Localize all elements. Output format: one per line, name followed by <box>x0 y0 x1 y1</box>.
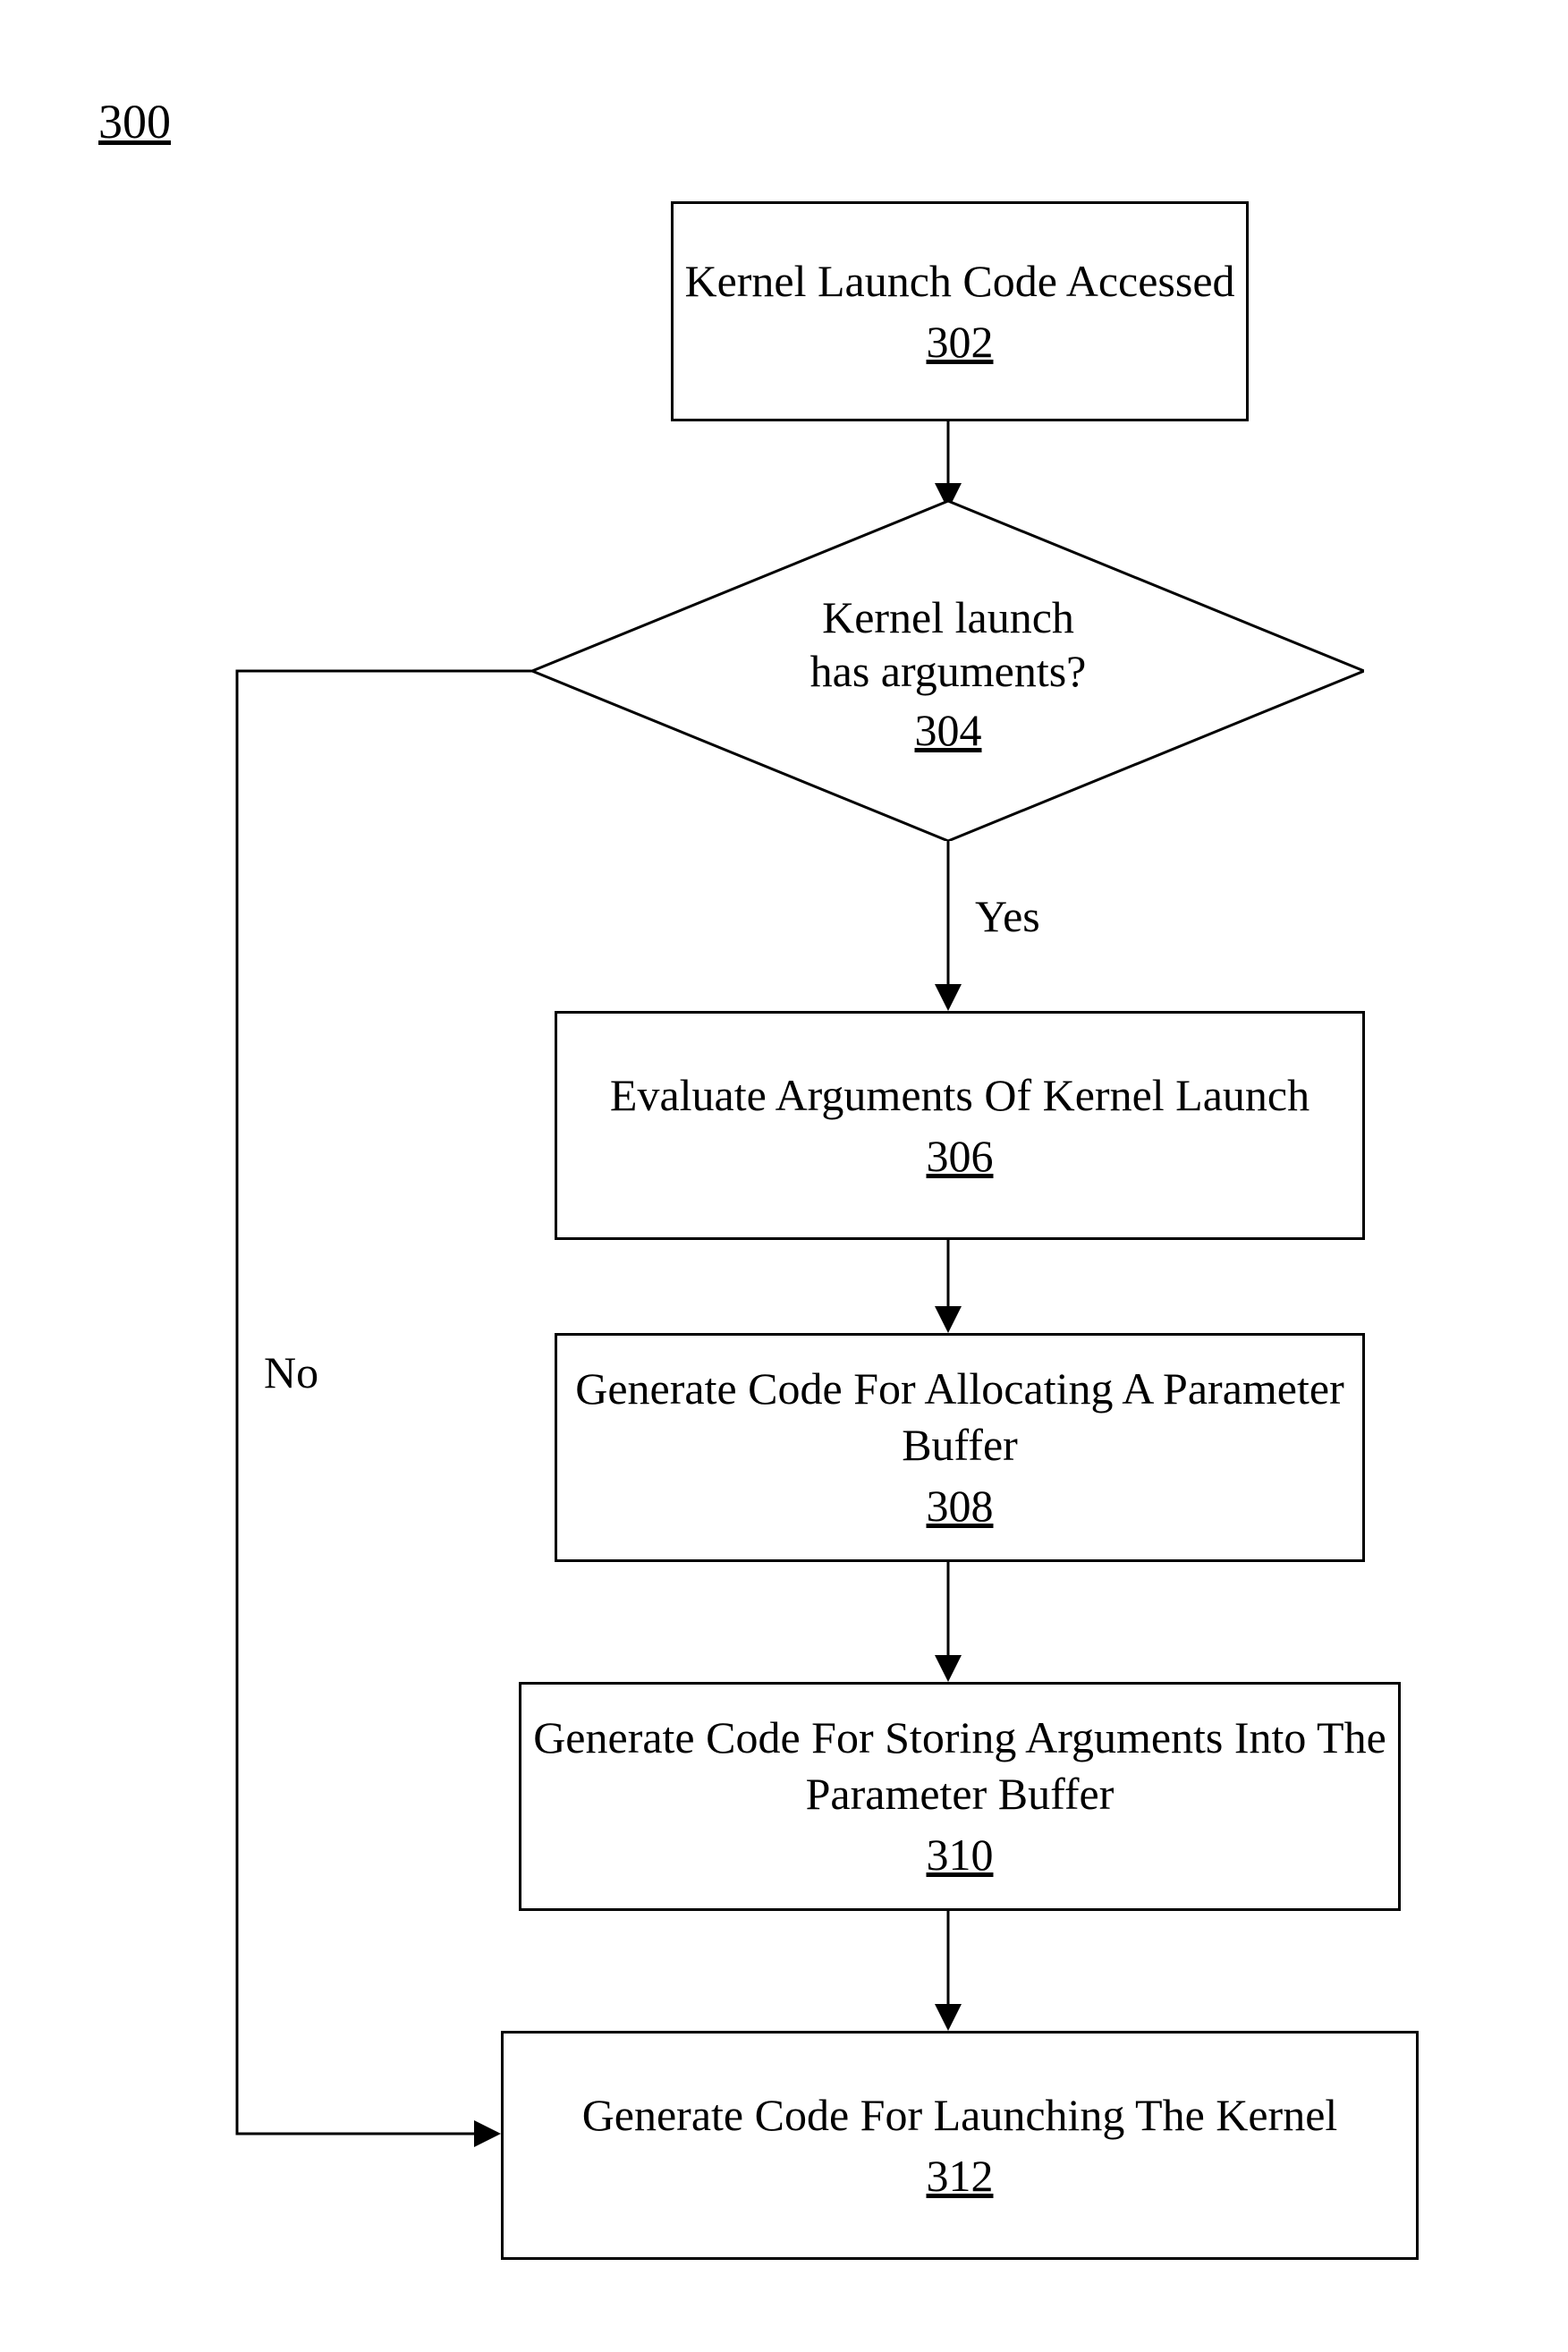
step-306-text: Evaluate Arguments Of Kernel Launch <box>610 1067 1309 1124</box>
label-no: No <box>264 1346 318 1398</box>
decision-304-line1: Kernel launch <box>716 590 1181 644</box>
label-yes: Yes <box>975 890 1040 942</box>
step-302-ref: 302 <box>927 314 994 370</box>
decision-304-ref: 304 <box>716 703 1181 757</box>
step-306-ref: 306 <box>927 1128 994 1184</box>
step-312-text: Generate Code For Launching The Kernel <box>582 2087 1338 2144</box>
step-310-ref: 310 <box>927 1827 994 1883</box>
step-302-text: Kernel Launch Code Accessed <box>684 253 1234 310</box>
step-308-ref: 308 <box>927 1478 994 1534</box>
step-310-text: Generate Code For Storing Arguments Into… <box>530 1710 1389 1821</box>
decision-304-line2: has arguments? <box>716 644 1181 698</box>
step-310: Generate Code For Storing Arguments Into… <box>519 1682 1401 1911</box>
decision-304-label: Kernel launch has arguments? 304 <box>716 590 1181 757</box>
step-308: Generate Code For Allocating A Parameter… <box>555 1333 1365 1562</box>
step-312-ref: 312 <box>927 2148 994 2204</box>
step-308-text: Generate Code For Allocating A Parameter… <box>566 1361 1353 1473</box>
flowchart-page: 300 Kernel Launch Code Accessed 302 Kern… <box>0 0 1568 2352</box>
step-302: Kernel Launch Code Accessed 302 <box>671 201 1249 421</box>
step-306: Evaluate Arguments Of Kernel Launch 306 <box>555 1011 1365 1240</box>
step-312: Generate Code For Launching The Kernel 3… <box>501 2031 1419 2260</box>
